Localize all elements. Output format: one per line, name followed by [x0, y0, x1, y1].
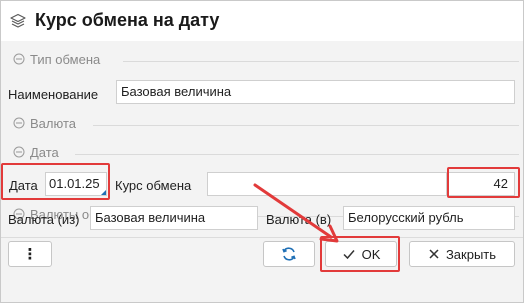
group-label: Дата: [30, 145, 59, 160]
to-currency-input[interactable]: Белорусский рубль: [343, 206, 515, 230]
rate-label: Курс обмена: [115, 178, 192, 193]
collapse-icon[interactable]: [13, 146, 25, 158]
date-highlight: [1, 163, 110, 200]
refresh-icon: [282, 247, 296, 261]
group-date[interactable]: Дата: [13, 145, 519, 163]
collapse-icon[interactable]: [13, 117, 25, 129]
close-button[interactable]: Закрыть: [409, 241, 515, 267]
name-label: Наименование: [8, 87, 99, 102]
collapse-icon[interactable]: [13, 53, 25, 65]
group-label: Тип обмена: [30, 52, 101, 67]
name-input[interactable]: Базовая величина: [116, 80, 515, 104]
group-exchange-type[interactable]: Тип обмена: [13, 52, 519, 70]
from-currency-input[interactable]: Базовая величина: [90, 206, 258, 230]
from-currency-label: Валюта (из): [8, 212, 80, 227]
divider: [93, 125, 519, 126]
dialog-title: Курс обмена на дату: [35, 10, 220, 30]
group-currency[interactable]: Валюта: [13, 116, 519, 134]
divider: [75, 154, 519, 155]
divider: [123, 61, 519, 62]
more-button[interactable]: ⋮: [8, 241, 52, 267]
group-label: Валюта: [30, 116, 76, 131]
close-label: Закрыть: [445, 246, 497, 262]
ok-highlight: [320, 236, 400, 272]
refresh-button[interactable]: [263, 241, 315, 267]
footer-divider: [1, 237, 523, 238]
to-currency-label: Валюта (в): [266, 212, 332, 227]
layers-icon: [10, 13, 26, 28]
title-bar: Курс обмена на дату: [1, 1, 523, 41]
more-icon: ⋮: [22, 246, 38, 263]
exchange-rate-dialog: Курс обмена на дату Тип обмена Наименова…: [0, 0, 524, 303]
rate-highlight: [447, 167, 520, 198]
close-icon: [429, 249, 439, 259]
rate-extra-input[interactable]: [207, 172, 447, 196]
